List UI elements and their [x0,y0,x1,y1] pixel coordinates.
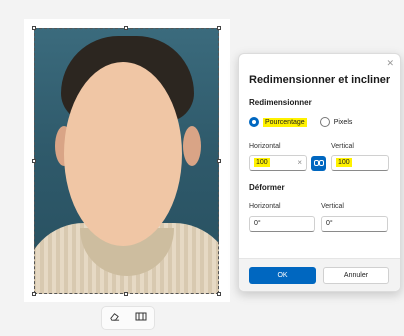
skew-horizontal-label: Horizontal [249,203,281,210]
horizontal-resize-value: 100 [254,158,270,167]
cancel-button[interactable]: Annuler [323,267,389,284]
resize-handle-bottom-left[interactable] [32,292,36,296]
resize-handle-top[interactable] [124,26,128,30]
eraser-icon[interactable] [109,311,120,325]
vertical-resize-input[interactable]: 100 [331,155,389,171]
ok-button[interactable]: OK [249,267,316,284]
radio-percentage[interactable] [249,117,259,127]
radio-pixels-label[interactable]: Pixels [334,119,353,126]
resize-mode-group: Pourcentage Pixels [249,117,352,127]
resize-section-title: Redimensionner [249,98,312,107]
close-icon[interactable]: ✕ [386,58,394,69]
vertical-label: Vertical [331,143,354,150]
clear-icon[interactable]: × [297,158,302,167]
skew-section-title: Déformer [249,183,285,192]
dialog-title: Redimensionner et incliner [249,74,391,86]
dialog-footer: OK Annuler [239,258,400,291]
horizontal-label: Horizontal [249,143,281,150]
skew-vertical-label: Vertical [321,203,344,210]
link-icon[interactable] [311,156,326,171]
resize-handle-bottom-right[interactable] [217,292,221,296]
radio-percentage-label[interactable]: Pourcentage [263,117,307,127]
selection-toolbar [101,306,155,330]
image-icon[interactable] [135,311,147,325]
resize-handle-right[interactable] [217,159,221,163]
resize-skew-dialog: ✕ Redimensionner et incliner Redimension… [238,53,401,292]
horizontal-resize-input[interactable]: 100 × [249,155,307,171]
vertical-resize-value: 100 [336,158,352,167]
skew-vertical-input[interactable]: 0° [321,216,388,232]
skew-horizontal-input[interactable]: 0° [249,216,315,232]
radio-pixels[interactable] [319,117,330,127]
selection-border[interactable] [34,28,219,294]
resize-handle-left[interactable] [32,159,36,163]
resize-handle-bottom[interactable] [124,292,128,296]
resize-handle-top-right[interactable] [217,26,221,30]
resize-handle-top-left[interactable] [32,26,36,30]
